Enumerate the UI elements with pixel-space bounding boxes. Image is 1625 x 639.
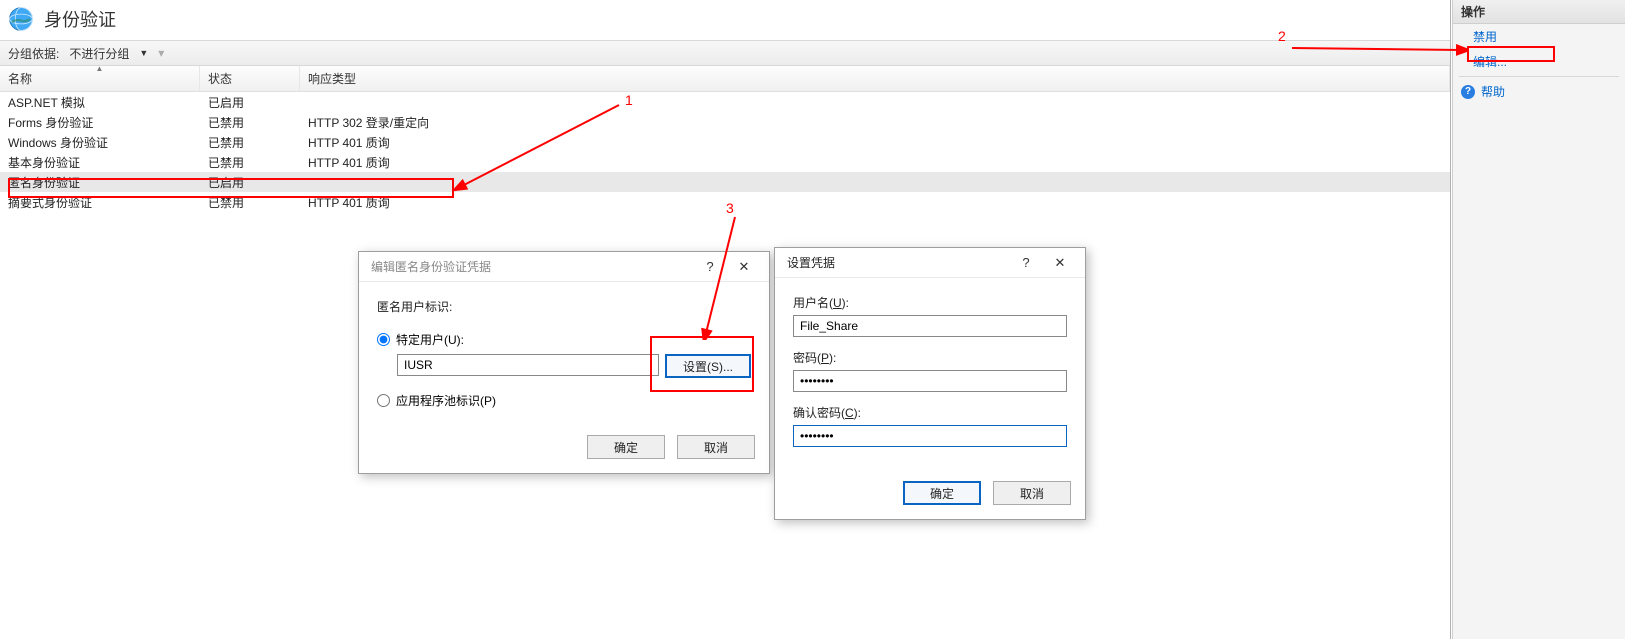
dialog-anon-close-button[interactable]: ✕ bbox=[727, 256, 761, 278]
cell-status: 已禁用 bbox=[200, 194, 300, 211]
password-input[interactable] bbox=[793, 370, 1067, 392]
anon-identity-label: 匿名用户标识: bbox=[377, 298, 751, 315]
table-row[interactable]: ASP.NET 模拟 已启用 bbox=[0, 92, 1450, 112]
page-title: 身份验证 bbox=[44, 6, 116, 32]
cell-name: Forms 身份验证 bbox=[0, 114, 200, 131]
dialog-cred-close-button[interactable]: ✕ bbox=[1043, 252, 1077, 274]
column-header-response[interactable]: 响应类型 bbox=[300, 66, 1450, 91]
group-by-select[interactable]: 不进行分组 ▼ bbox=[63, 44, 154, 62]
table-row-selected[interactable]: 匿名身份验证 已启用 bbox=[0, 172, 1450, 192]
dialog-cred-title: 设置凭据 bbox=[787, 254, 835, 271]
column-header-name-label: 名称 bbox=[8, 72, 32, 86]
annotation-number-2: 2 bbox=[1278, 28, 1286, 44]
cell-response: HTTP 401 质询 bbox=[300, 154, 1450, 171]
cell-response: HTTP 401 质询 bbox=[300, 134, 1450, 151]
dialog-anon-titlebar[interactable]: 编辑匿名身份验证凭据 ? ✕ bbox=[359, 252, 769, 282]
dialog-edit-anonymous: 编辑匿名身份验证凭据 ? ✕ 匿名用户标识: 特定用户(U): 设置(S)...… bbox=[358, 251, 770, 474]
table-row[interactable]: 基本身份验证 已禁用 HTTP 401 质询 bbox=[0, 152, 1450, 172]
action-help-label: 帮助 bbox=[1481, 83, 1505, 100]
cell-status: 已禁用 bbox=[200, 114, 300, 131]
group-by-toolbar: 分组依据: 不进行分组 ▼ ▾ bbox=[0, 40, 1450, 66]
auth-list: ASP.NET 模拟 已启用 Forms 身份验证 已禁用 HTTP 302 登… bbox=[0, 92, 1450, 212]
specific-user-input[interactable] bbox=[397, 354, 659, 376]
cell-name: 摘要式身份验证 bbox=[0, 194, 200, 211]
dialog-anon-buttons: 确定 取消 bbox=[359, 425, 769, 473]
annotation-number-1: 1 bbox=[625, 92, 633, 108]
cell-response: HTTP 401 质询 bbox=[300, 194, 1450, 211]
password-label: 密码(P): bbox=[793, 349, 1067, 366]
radio-app-pool-identity[interactable]: 应用程序池标识(P) bbox=[377, 392, 751, 409]
dialog-anon-ok-button[interactable]: 确定 bbox=[587, 435, 665, 459]
actions-separator bbox=[1459, 76, 1619, 77]
radio-app-pool-identity-label: 应用程序池标识(P) bbox=[396, 392, 496, 409]
table-row[interactable]: Windows 身份验证 已禁用 HTTP 401 质询 bbox=[0, 132, 1450, 152]
action-edit[interactable]: 编辑... bbox=[1453, 49, 1625, 74]
cell-name: 基本身份验证 bbox=[0, 154, 200, 171]
cell-status: 已启用 bbox=[200, 174, 300, 191]
radio-app-pool-identity-input[interactable] bbox=[377, 394, 390, 407]
sort-asc-icon: ▲ bbox=[96, 64, 104, 73]
column-headers: 名称 ▲ 状态 响应类型 bbox=[0, 66, 1450, 92]
radio-specific-user[interactable]: 特定用户(U): bbox=[377, 331, 751, 348]
dialog-cred-titlebar[interactable]: 设置凭据 ? ✕ bbox=[775, 248, 1085, 278]
cell-status: 已启用 bbox=[200, 94, 300, 111]
dialog-anon-title: 编辑匿名身份验证凭据 bbox=[371, 258, 491, 275]
username-input[interactable] bbox=[793, 315, 1067, 337]
group-by-value: 不进行分组 bbox=[69, 45, 129, 62]
dialog-cred-cancel-button[interactable]: 取消 bbox=[993, 481, 1071, 505]
table-row[interactable]: 摘要式身份验证 已禁用 HTTP 401 质询 bbox=[0, 192, 1450, 212]
actions-title: 操作 bbox=[1453, 0, 1625, 24]
group-by-label: 分组依据: bbox=[8, 45, 59, 62]
column-header-name[interactable]: 名称 ▲ bbox=[0, 66, 200, 91]
cell-name: Windows 身份验证 bbox=[0, 134, 200, 151]
table-row[interactable]: Forms 身份验证 已禁用 HTTP 302 登录/重定向 bbox=[0, 112, 1450, 132]
cell-status: 已禁用 bbox=[200, 134, 300, 151]
chevron-down-icon: ▼ bbox=[139, 48, 148, 58]
toolbar-separator: ▾ bbox=[158, 46, 164, 60]
annotation-number-3: 3 bbox=[726, 200, 734, 216]
actions-pane: 操作 禁用 编辑... ? 帮助 bbox=[1452, 0, 1625, 639]
dialog-anon-cancel-button[interactable]: 取消 bbox=[677, 435, 755, 459]
dialog-anon-body: 匿名用户标识: 特定用户(U): 设置(S)... 应用程序池标识(P) bbox=[359, 282, 769, 425]
dialog-set-credentials: 设置凭据 ? ✕ 用户名(U): 密码(P): 确认密码(C): 确定 取消 bbox=[774, 247, 1086, 520]
set-credentials-button[interactable]: 设置(S)... bbox=[665, 354, 751, 378]
confirm-password-label: 确认密码(C): bbox=[793, 404, 1067, 421]
cell-name: ASP.NET 模拟 bbox=[0, 94, 200, 111]
username-label: 用户名(U): bbox=[793, 294, 1067, 311]
page-header: 身份验证 bbox=[0, 0, 1450, 40]
cell-response: HTTP 302 登录/重定向 bbox=[300, 114, 1450, 131]
confirm-password-input[interactable] bbox=[793, 425, 1067, 447]
dialog-cred-help-button[interactable]: ? bbox=[1009, 252, 1043, 274]
dialog-anon-help-button[interactable]: ? bbox=[693, 256, 727, 278]
radio-specific-user-label: 特定用户(U): bbox=[396, 331, 464, 348]
action-disable[interactable]: 禁用 bbox=[1453, 24, 1625, 49]
cell-status: 已禁用 bbox=[200, 154, 300, 171]
dialog-cred-ok-button[interactable]: 确定 bbox=[903, 481, 981, 505]
globe-icon bbox=[8, 6, 34, 32]
dialog-cred-body: 用户名(U): 密码(P): 确认密码(C): bbox=[775, 278, 1085, 471]
column-header-status[interactable]: 状态 bbox=[200, 66, 300, 91]
help-icon: ? bbox=[1461, 85, 1475, 99]
dialog-cred-buttons: 确定 取消 bbox=[775, 471, 1085, 519]
radio-specific-user-input[interactable] bbox=[377, 333, 390, 346]
action-help[interactable]: ? 帮助 bbox=[1453, 79, 1625, 104]
cell-name: 匿名身份验证 bbox=[0, 174, 200, 191]
